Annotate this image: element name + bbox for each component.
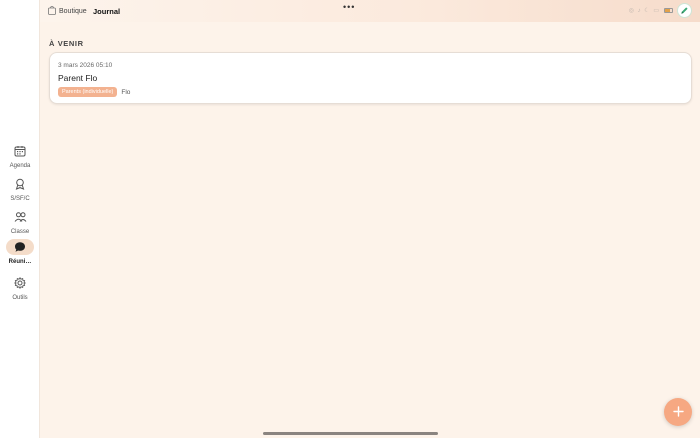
sidebar-item-outils[interactable]: Outils — [0, 275, 40, 301]
sidebar-item-label: Agenda — [9, 163, 31, 169]
meeting-title: Parent Flo — [58, 73, 98, 83]
meeting-type-tag: Parents (individuelle) — [58, 87, 118, 97]
sidebar-item-classe[interactable]: Classe — [0, 209, 40, 235]
more-menu-dots[interactable]: ••• — [343, 3, 355, 12]
sidebar-item-label: S/SF/C — [10, 196, 30, 202]
breadcrumb-store-label: Boutique — [59, 8, 87, 15]
sidebar-item-reunions[interactable]: Réuni… — [0, 239, 40, 265]
section-title: À VENIR — [49, 39, 84, 48]
sidebar-item-label: Outils — [12, 295, 28, 301]
pencil-icon — [681, 7, 688, 14]
award-icon — [6, 176, 34, 192]
meeting-date: 3 mars 2026 05:10 — [58, 62, 113, 69]
add-button[interactable] — [664, 398, 692, 426]
store-icon — [48, 6, 56, 17]
sidebar: Agenda S/SF/C Classe Réuni… Outils — [0, 0, 40, 438]
sidebar-item-ssfc[interactable]: S/SF/C — [0, 176, 40, 202]
gear-icon — [6, 275, 34, 291]
battery-icon — [664, 8, 673, 13]
home-indicator[interactable] — [263, 432, 438, 435]
meeting-person: Flo — [121, 88, 131, 96]
calendar-icon — [6, 143, 34, 159]
sidebar-item-label: Réuni… — [8, 259, 32, 265]
meeting-card[interactable]: 3 mars 2026 05:10 Parent Flo Parents (in… — [49, 52, 692, 104]
status-area: ◎ ♪ ☾ ▭ — [629, 3, 692, 18]
breadcrumb-current[interactable]: Journal — [93, 6, 120, 17]
plus-icon — [672, 405, 684, 420]
sidebar-item-agenda[interactable]: Agenda — [0, 143, 40, 169]
chat-bubble-icon — [6, 239, 34, 255]
status-icons: ◎ ♪ ☾ ▭ — [628, 8, 660, 14]
breadcrumb-store[interactable]: Boutique — [48, 6, 87, 17]
top-bar: Boutique Journal ••• ◎ ♪ ☾ ▭ — [40, 0, 700, 22]
meeting-tags: Parents (individuelle) Flo — [58, 87, 130, 97]
sidebar-item-label: Classe — [10, 229, 30, 235]
pencil-button[interactable] — [677, 3, 692, 18]
group-icon — [6, 209, 34, 225]
